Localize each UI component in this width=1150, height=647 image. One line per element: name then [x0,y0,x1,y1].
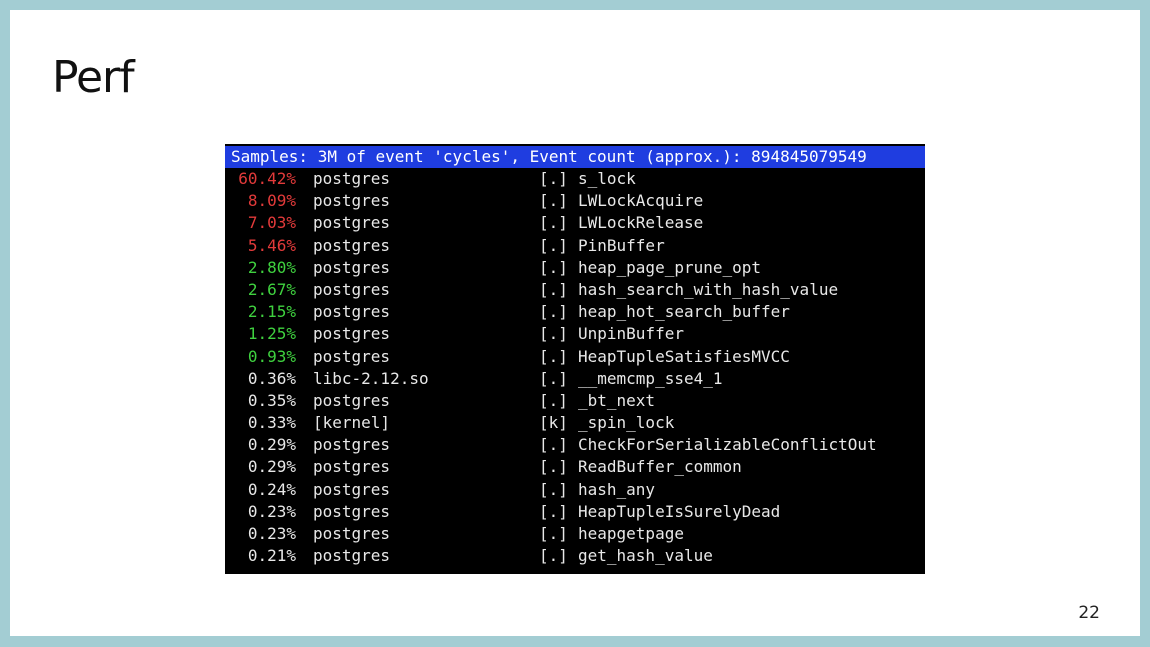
perf-row-command: postgres [313,257,391,277]
perf-row-symbol: _bt_next [578,390,656,410]
perf-row: 2.67% postgres [.] hash_search_with_hash_va… [225,279,925,301]
perf-row-mode: [.] [539,213,568,233]
perf-terminal: Samples: 3M of event 'cycles', Event cou… [225,144,925,574]
perf-row-command: postgres [313,435,391,455]
perf-row-overhead: 8.09% [247,191,296,211]
perf-row: 0.93% postgres [.] HeapTupleSatisfiesMVCC [225,346,925,368]
perf-row: 7.03% postgres [.] LWLockRelease [225,212,925,234]
page-number: 22 [1078,603,1100,623]
perf-row-symbol: UnpinBuffer [578,324,684,344]
perf-row-overhead: 0.29% [247,435,296,455]
perf-row: 8.09% postgres [.] LWLockAcquire [225,190,925,212]
perf-row-mode: [.] [539,169,568,188]
perf-row-command: postgres [313,501,391,521]
perf-row-overhead: 0.21% [247,546,296,566]
perf-row: 2.15% postgres [.] heap_hot_search_buffer [225,301,925,323]
perf-row-command: postgres [313,279,391,299]
perf-row: 0.29% postgres [.] CheckForSerializableConf… [225,434,925,456]
perf-row: 0.35% postgres [.] _bt_next [225,390,925,412]
perf-row-overhead: 0.35% [247,390,296,410]
perf-row-overhead: 2.80% [247,257,296,277]
perf-row-overhead: 7.03% [247,213,296,233]
perf-row-symbol: get_hash_value [578,546,713,566]
perf-row-command: postgres [313,191,391,211]
perf-row: 0.33% [kernel] [k] _spin_lock [225,412,925,434]
perf-row-symbol: heapgetpage [578,524,684,543]
perf-row-overhead: 0.23% [247,501,296,521]
perf-row-mode: [.] [539,279,568,299]
perf-row-command: postgres [313,169,391,188]
perf-row-mode: [.] [539,346,568,366]
perf-row: 0.29% postgres [.] ReadBuffer_common [225,456,925,478]
perf-row-command: libc-2.12.so [313,368,429,388]
perf-row-overhead: 0.29% [247,457,296,477]
perf-row-command: postgres [313,324,391,344]
perf-row-command: postgres [313,524,391,543]
perf-row: 60.42% postgres [.] s_lock [225,168,925,190]
perf-row-mode: [k] [539,413,568,433]
perf-row-command: [kernel] [313,413,391,433]
perf-row-symbol: HeapTupleIsSurelyDead [578,501,781,521]
perf-row: 0.36% libc-2.12.so [.] __memcmp_sse4_1 [225,368,925,390]
perf-rows: 60.42% postgres [.] s_lock 8.09% postgres [.] L… [225,168,925,567]
perf-row-mode: [.] [539,435,568,455]
perf-row-mode: [.] [539,390,568,410]
perf-row-overhead: 0.23% [247,524,296,543]
slide-title: Perf [52,52,135,103]
perf-row-overhead: 2.67% [247,279,296,299]
perf-row-mode: [.] [539,368,568,388]
perf-row-command: postgres [313,390,391,410]
perf-row-command: postgres [313,213,391,233]
perf-row-command: postgres [313,346,391,366]
slide: Perf Samples: 3M of event 'cycles', Even… [10,10,1140,636]
perf-row-symbol: LWLockAcquire [578,191,704,211]
perf-row: 5.46% postgres [.] PinBuffer [225,235,925,257]
perf-row-mode: [.] [539,302,568,322]
perf-row-symbol: __memcmp_sse4_1 [578,368,723,388]
perf-row-overhead: 0.36% [247,368,296,388]
perf-row: 0.21% postgres [.] get_hash_value [225,545,925,567]
perf-row-mode: [.] [539,479,568,499]
perf-row-mode: [.] [539,324,568,344]
perf-row-overhead: 0.24% [247,479,296,499]
perf-row-symbol: HeapTupleSatisfiesMVCC [578,346,790,366]
perf-row-mode: [.] [539,524,568,543]
perf-row-mode: [.] [539,457,568,477]
perf-row-overhead: 1.25% [247,324,296,344]
perf-row-symbol: _spin_lock [578,413,675,433]
perf-row: 0.23% postgres [.] heapgetpage [225,523,925,545]
perf-row-symbol: hash_search_with_hash_value [578,279,839,299]
perf-row-symbol: ReadBuffer_common [578,457,742,477]
perf-row-mode: [.] [539,257,568,277]
perf-row: 0.24% postgres [.] hash_any [225,479,925,501]
perf-row-overhead: 0.33% [247,413,296,433]
perf-row-command: postgres [313,235,391,255]
perf-row-mode: [.] [539,235,568,255]
perf-row-symbol: hash_any [578,479,656,499]
perf-row: 1.25% postgres [.] UnpinBuffer [225,323,925,345]
perf-row: 2.80% postgres [.] heap_page_prune_opt [225,257,925,279]
perf-row: 0.23% postgres [.] HeapTupleIsSurelyDead [225,501,925,523]
perf-row-symbol: CheckForSerializableConflictOut [578,435,877,455]
perf-row-command: postgres [313,457,391,477]
perf-row-command: postgres [313,546,391,566]
perf-row-overhead: 60.42% [238,169,296,188]
perf-row-overhead: 5.46% [247,235,296,255]
perf-row-command: postgres [313,479,391,499]
perf-row-overhead: 0.93% [247,346,296,366]
perf-row-mode: [.] [539,501,568,521]
perf-row-mode: [.] [539,546,568,566]
perf-row-symbol: heap_hot_search_buffer [578,302,790,322]
perf-row-command: postgres [313,302,391,322]
perf-row-symbol: s_lock [578,169,636,188]
perf-samples-header: Samples: 3M of event 'cycles', Event cou… [225,146,925,168]
perf-row-symbol: LWLockRelease [578,213,704,233]
perf-row-symbol: PinBuffer [578,235,665,255]
perf-row-overhead: 2.15% [247,302,296,322]
perf-row-symbol: heap_page_prune_opt [578,257,762,277]
perf-row-mode: [.] [539,191,568,211]
